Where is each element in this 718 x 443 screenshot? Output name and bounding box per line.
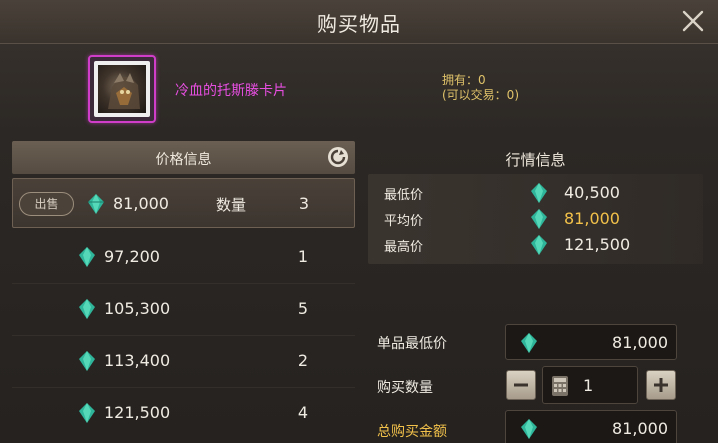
quantity-value: 2 bbox=[297, 351, 309, 370]
item-name: 冷血的托斯滕卡片 bbox=[175, 83, 287, 99]
average-price-label: 平均价 bbox=[384, 214, 424, 229]
highest-price-value: 121,500 bbox=[564, 235, 631, 254]
market-info-title: 行情信息 bbox=[505, 151, 566, 169]
plus-icon bbox=[654, 378, 668, 392]
title-bar: 购买物品 bbox=[0, 0, 718, 44]
purchase-qty-label: 购买数量 bbox=[377, 380, 433, 396]
price-value: 97,200 bbox=[104, 247, 160, 266]
gem-icon bbox=[79, 351, 95, 371]
price-info-title: 价格信息 bbox=[155, 152, 212, 168]
price-value: 81,000 bbox=[113, 194, 169, 213]
item-portrait bbox=[98, 65, 146, 113]
total-amount-label: 总购买金额 bbox=[377, 424, 447, 440]
decrease-qty-button[interactable] bbox=[506, 370, 536, 400]
owned-info: 拥有：0 (可以交易：0) bbox=[442, 73, 519, 103]
price-row[interactable]: 113,400 2 bbox=[12, 336, 355, 386]
tradeable-count: (可以交易：0) bbox=[442, 88, 519, 102]
close-icon bbox=[682, 10, 704, 32]
quantity-label: 数量 bbox=[216, 196, 247, 214]
price-value: 113,400 bbox=[104, 351, 171, 370]
unit-min-price-label: 单品最低价 bbox=[377, 336, 447, 352]
market-info-box: 最低价 40,500 平均价 81,000 最高价 121,500 bbox=[368, 174, 703, 264]
unit-min-price-value: 81,000 bbox=[612, 333, 668, 352]
quantity-value: 4 bbox=[297, 403, 309, 422]
owned-count: 拥有：0 bbox=[442, 73, 486, 87]
price-row[interactable]: 121,500 4 bbox=[12, 388, 355, 438]
gem-icon bbox=[79, 403, 95, 423]
purchase-qty-input[interactable]: 1 bbox=[542, 366, 638, 404]
gem-icon bbox=[531, 235, 547, 255]
minus-icon bbox=[514, 383, 528, 387]
gem-icon bbox=[521, 333, 537, 353]
quantity-value: 1 bbox=[297, 247, 309, 266]
total-amount-value: 81,000 bbox=[612, 419, 668, 438]
lowest-price-label: 最低价 bbox=[384, 188, 424, 203]
refresh-icon bbox=[328, 147, 348, 167]
purchase-window: 购买物品 冷血的托斯滕卡片 拥有：0 (可以交易：0) 价格信息 出售 81,0… bbox=[0, 0, 718, 443]
price-row[interactable]: 105,300 5 bbox=[12, 284, 355, 334]
gem-icon bbox=[531, 183, 547, 203]
quantity-value: 5 bbox=[297, 299, 309, 318]
purchase-qty-value: 1 bbox=[583, 376, 594, 395]
calculator-icon[interactable] bbox=[551, 375, 569, 397]
gem-icon bbox=[88, 194, 104, 214]
gem-icon bbox=[521, 419, 537, 439]
price-value: 105,300 bbox=[104, 299, 171, 318]
sell-button[interactable]: 出售 bbox=[19, 192, 74, 216]
unit-min-price-field: 81,000 bbox=[505, 324, 677, 360]
window-title: 购买物品 bbox=[317, 12, 401, 36]
highest-price-label: 最高价 bbox=[384, 240, 424, 255]
price-row[interactable]: 出售 81,000 数量 3 bbox=[12, 178, 355, 228]
price-row[interactable]: 97,200 1 bbox=[12, 232, 355, 282]
lowest-price-value: 40,500 bbox=[564, 183, 620, 202]
gem-icon bbox=[79, 299, 95, 319]
increase-qty-button[interactable] bbox=[646, 370, 676, 400]
gem-icon bbox=[79, 247, 95, 267]
close-button[interactable] bbox=[680, 8, 706, 34]
quantity-value: 3 bbox=[298, 194, 310, 213]
price-info-header: 价格信息 bbox=[12, 141, 355, 174]
total-amount-field: 81,000 bbox=[505, 410, 677, 443]
price-value: 121,500 bbox=[104, 403, 171, 422]
average-price-value: 81,000 bbox=[564, 209, 620, 228]
refresh-button[interactable] bbox=[327, 146, 349, 168]
gem-icon bbox=[531, 209, 547, 229]
market-info-header: 行情信息 bbox=[368, 141, 703, 174]
item-card-image[interactable] bbox=[88, 55, 156, 123]
